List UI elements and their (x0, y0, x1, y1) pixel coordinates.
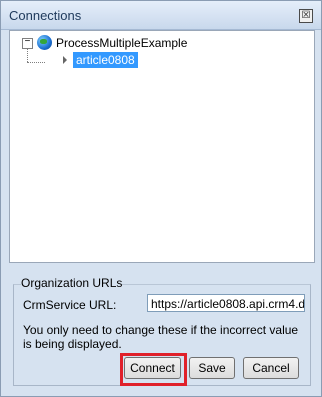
arrow-right-icon (63, 56, 67, 64)
crm-service-url-input[interactable]: https://article0808.api.crm4.dyn (147, 294, 305, 312)
crm-service-label: CrmService URL: (23, 298, 117, 312)
cancel-button[interactable]: Cancel (243, 357, 299, 379)
connections-tree[interactable]: − ProcessMultipleExample article0808 (9, 30, 315, 263)
group-label: Organization URLs (21, 276, 123, 290)
globe-icon (37, 35, 52, 50)
save-button[interactable]: Save (189, 357, 235, 379)
tree-root-item[interactable]: ProcessMultipleExample (56, 36, 187, 50)
close-icon[interactable]: ☒ (299, 9, 313, 23)
info-text: You only need to change these if the inc… (23, 323, 299, 351)
title-bar: Connections ☒ (1, 1, 321, 30)
connect-button[interactable]: Connect (124, 357, 181, 379)
tree-connector (27, 48, 28, 62)
tree-child-item[interactable]: article0808 (73, 52, 138, 68)
connections-window: Connections ☒ − ProcessMultipleExample a… (0, 0, 322, 397)
tree-connector (27, 62, 45, 63)
window-title: Connections (9, 8, 82, 23)
